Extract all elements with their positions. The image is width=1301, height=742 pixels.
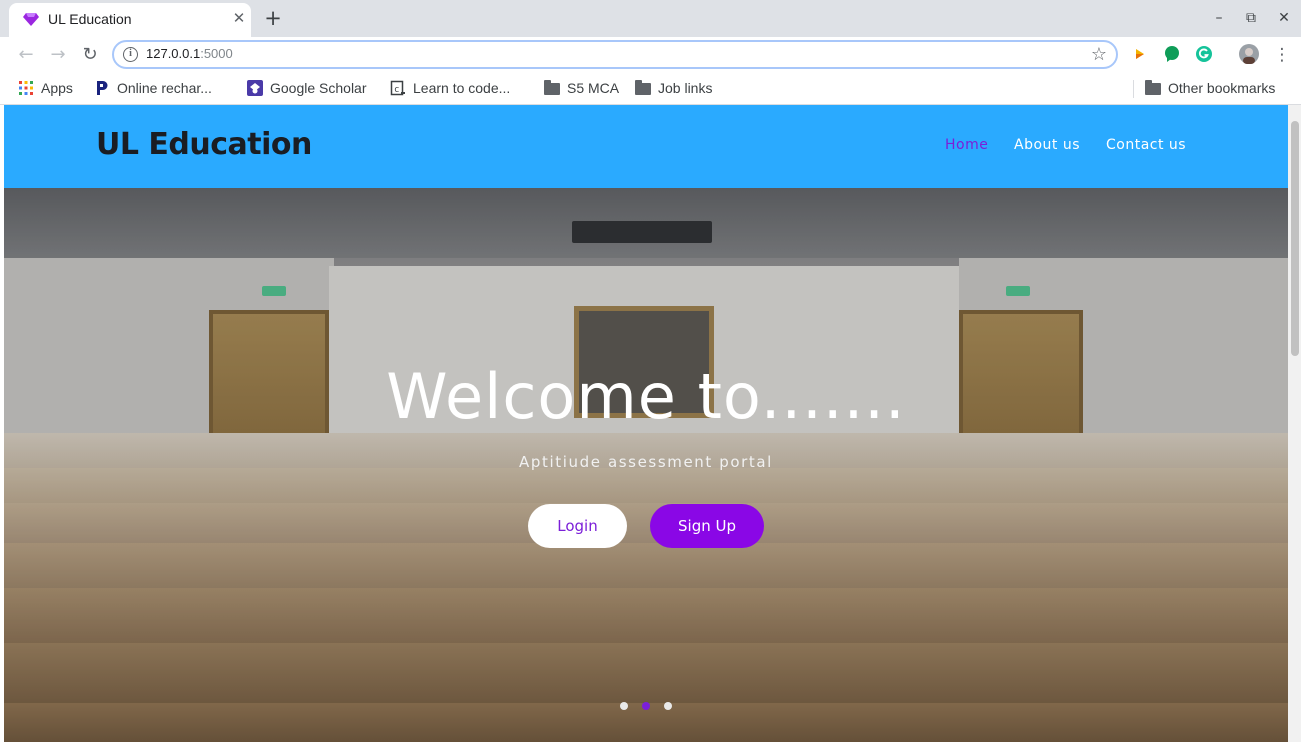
profile-avatar[interactable]	[1239, 44, 1259, 64]
url-text[interactable]: 127.0.0.1:5000	[146, 46, 233, 61]
hero-carousel: Welcome to....... Aptitiude assessment p…	[4, 188, 1288, 742]
bookmark-label: Job links	[658, 80, 713, 96]
site-navbar: UL Education Home About us Contact us	[4, 105, 1288, 188]
bookmarks-bar: Apps Online rechar... Google Scholar c L…	[0, 72, 1301, 105]
scrollbar-thumb[interactable]	[1291, 121, 1299, 356]
url-host: 127.0.0.1	[146, 46, 201, 61]
bookmark-star-icon[interactable]: ☆	[1091, 44, 1107, 65]
bookmark-label: Learn to code...	[413, 80, 511, 96]
nav-home-link[interactable]: Home	[945, 137, 988, 153]
diamond-icon	[23, 13, 39, 26]
site-info-icon[interactable]: i	[123, 47, 138, 62]
paytm-icon	[97, 81, 108, 95]
bookmark-folder-s5-mca[interactable]: S5 MCA	[544, 78, 619, 98]
carousel-indicator-1[interactable]	[620, 702, 628, 710]
bookmark-apps[interactable]: Apps	[18, 78, 73, 98]
grammarly-icon[interactable]	[1195, 45, 1213, 63]
hero-title: Welcome to.......	[386, 360, 906, 433]
bookmark-label: Apps	[41, 80, 73, 96]
browser-toolbar: ← → ↻ i 127.0.0.1:5000 ☆ ⋮	[0, 37, 1301, 72]
address-bar[interactable]: i 127.0.0.1:5000 ☆	[112, 40, 1118, 69]
tab-strip: UL Education ✕ + – ⧉ ✕	[0, 0, 1301, 37]
back-icon[interactable]: ←	[14, 43, 38, 67]
svg-text:c: c	[394, 85, 399, 95]
maximize-window-icon[interactable]: ⧉	[1241, 8, 1261, 28]
hero-subtitle: Aptitiude assessment portal	[519, 453, 773, 471]
page-scrollbar[interactable]	[1288, 105, 1301, 742]
forward-icon[interactable]: →	[46, 43, 70, 67]
nav-about-link[interactable]: About us	[1014, 137, 1080, 153]
bookmarks-separator	[1133, 80, 1134, 98]
bookmark-online-recharge[interactable]: Online rechar...	[94, 78, 212, 98]
login-button[interactable]: Login	[528, 504, 627, 548]
folder-icon	[544, 80, 560, 95]
code-icon: c	[390, 80, 405, 96]
scholar-icon	[247, 80, 263, 96]
carousel-indicator-3[interactable]	[664, 702, 672, 710]
minimize-window-icon[interactable]: –	[1209, 8, 1229, 28]
reload-icon[interactable]: ↻	[78, 43, 102, 67]
bookmark-label: Google Scholar	[270, 80, 367, 96]
bookmark-label: Other bookmarks	[1168, 80, 1276, 96]
tab-title: UL Education	[48, 11, 132, 27]
bookmark-other-bookmarks[interactable]: Other bookmarks	[1145, 78, 1275, 98]
extension-chat-icon[interactable]	[1163, 45, 1181, 63]
bookmark-folder-job-links[interactable]: Job links	[635, 78, 712, 98]
bookmark-google-scholar[interactable]: Google Scholar	[247, 78, 367, 98]
bookmark-label: S5 MCA	[567, 80, 620, 96]
bookmark-label: Online rechar...	[117, 80, 212, 96]
new-tab-button[interactable]: +	[261, 6, 285, 30]
page-viewport: UL Education Home About us Contact us We	[4, 105, 1288, 742]
site-brand[interactable]: UL Education	[96, 127, 312, 162]
url-port: :5000	[200, 46, 233, 61]
folder-icon	[1145, 80, 1161, 95]
browser-menu-icon[interactable]: ⋮	[1270, 43, 1294, 67]
folder-icon	[635, 80, 651, 95]
browser-tab[interactable]: UL Education ✕	[9, 3, 251, 37]
signup-button[interactable]: Sign Up	[650, 504, 764, 548]
extension-arrow-icon[interactable]	[1131, 45, 1149, 63]
bookmark-learn-to-code[interactable]: c Learn to code...	[390, 78, 510, 98]
carousel-indicator-2[interactable]	[642, 702, 650, 710]
close-window-icon[interactable]: ✕	[1274, 8, 1294, 28]
nav-contact-link[interactable]: Contact us	[1106, 137, 1186, 153]
close-tab-icon[interactable]: ✕	[229, 8, 249, 28]
apps-grid-icon	[19, 81, 33, 95]
